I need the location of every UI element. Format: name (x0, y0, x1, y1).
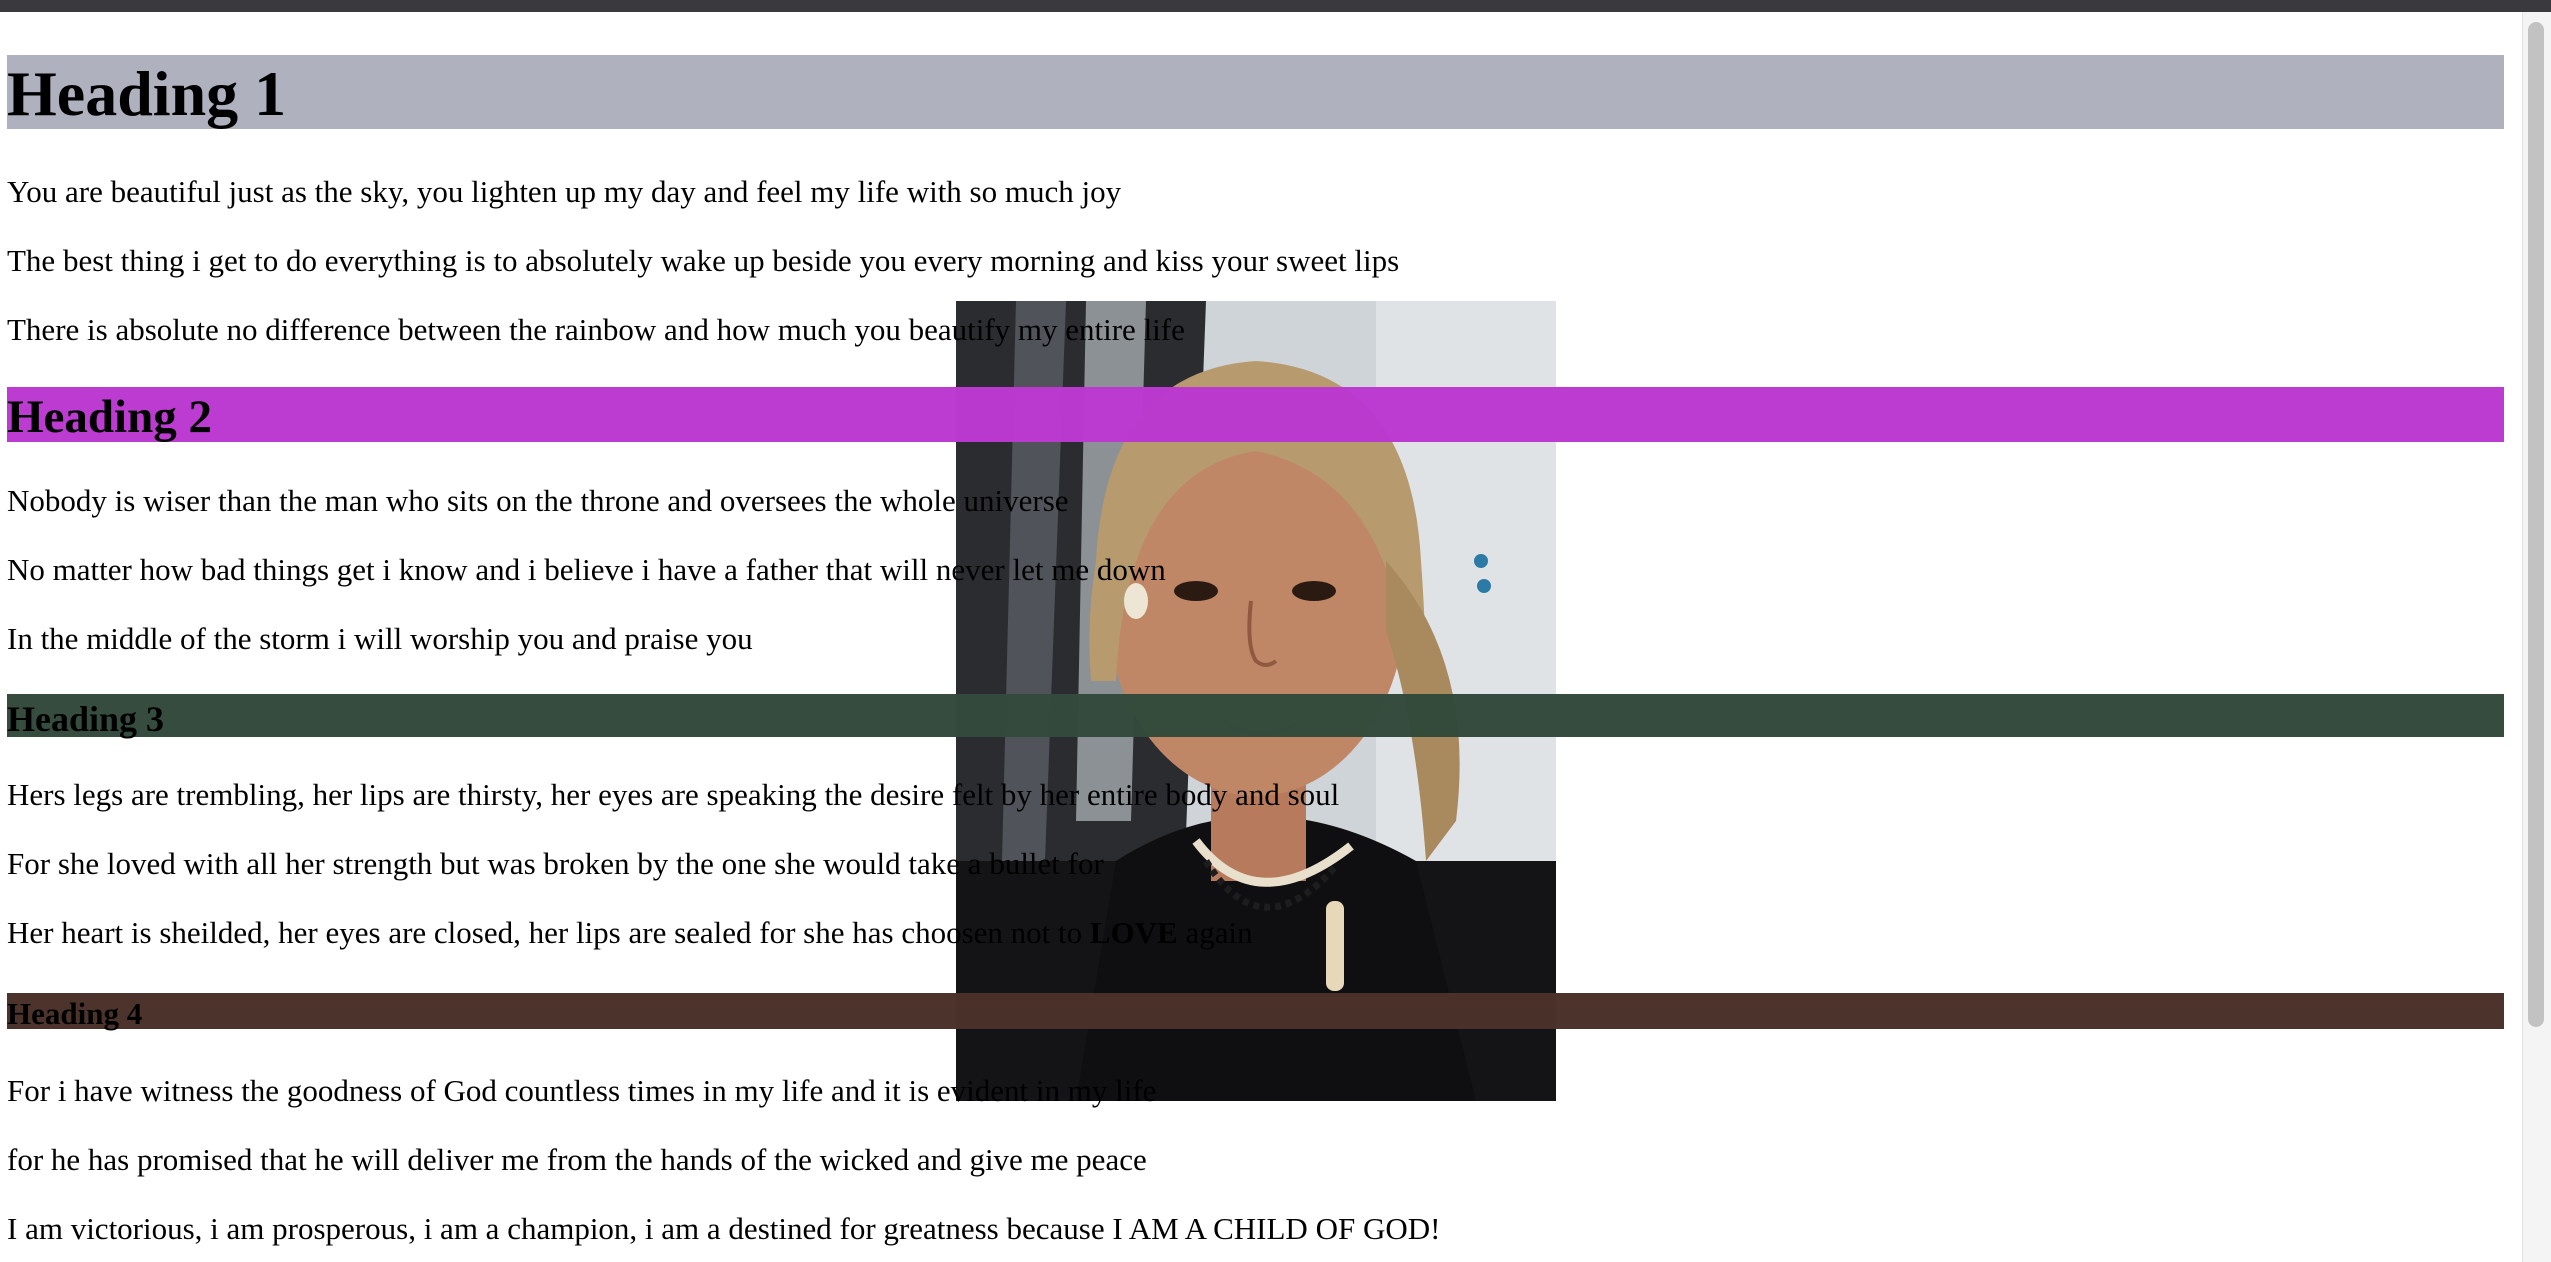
bold-love: LOVE (1089, 915, 1178, 950)
paragraph: The best thing i get to do everything is… (7, 243, 1400, 278)
paragraph: I am victorious, i am prosperous, i am a… (7, 1211, 1441, 1246)
paragraph: Nobody is wiser than the man who sits on… (7, 483, 1069, 518)
browser-top-bar (0, 0, 2551, 12)
paragraph: No matter how bad things get i know and … (7, 552, 1166, 587)
paragraph: You are beautiful just as the sky, you l… (7, 174, 1122, 209)
paragraph: There is absolute no difference between … (7, 312, 1185, 347)
heading-3-background (7, 694, 2504, 737)
heading-2: Heading 2 (7, 391, 213, 443)
paragraph: Hers legs are trembling, her lips are th… (7, 777, 1340, 812)
heading-1: Heading 1 (7, 58, 287, 129)
paragraph-text: again (1177, 915, 1253, 950)
paragraph: For i have witness the goodness of God c… (7, 1073, 1157, 1108)
heading-1-background (7, 55, 2504, 129)
paragraph: for he has promised that he will deliver… (7, 1142, 1147, 1177)
heading-4-background (7, 993, 2504, 1029)
paragraph-text: Her heart is sheilded, her eyes are clos… (7, 915, 1090, 950)
paragraph: For she loved with all her strength but … (7, 846, 1104, 881)
scrollbar-thumb[interactable] (2528, 22, 2544, 1027)
paragraph: In the middle of the storm i will worshi… (7, 621, 753, 656)
heading-3: Heading 3 (7, 699, 165, 739)
heading-4: Heading 4 (7, 996, 143, 1031)
heading-2-background (7, 387, 2504, 442)
paragraph-love: Her heart is sheilded, her eyes are clos… (7, 917, 1253, 948)
